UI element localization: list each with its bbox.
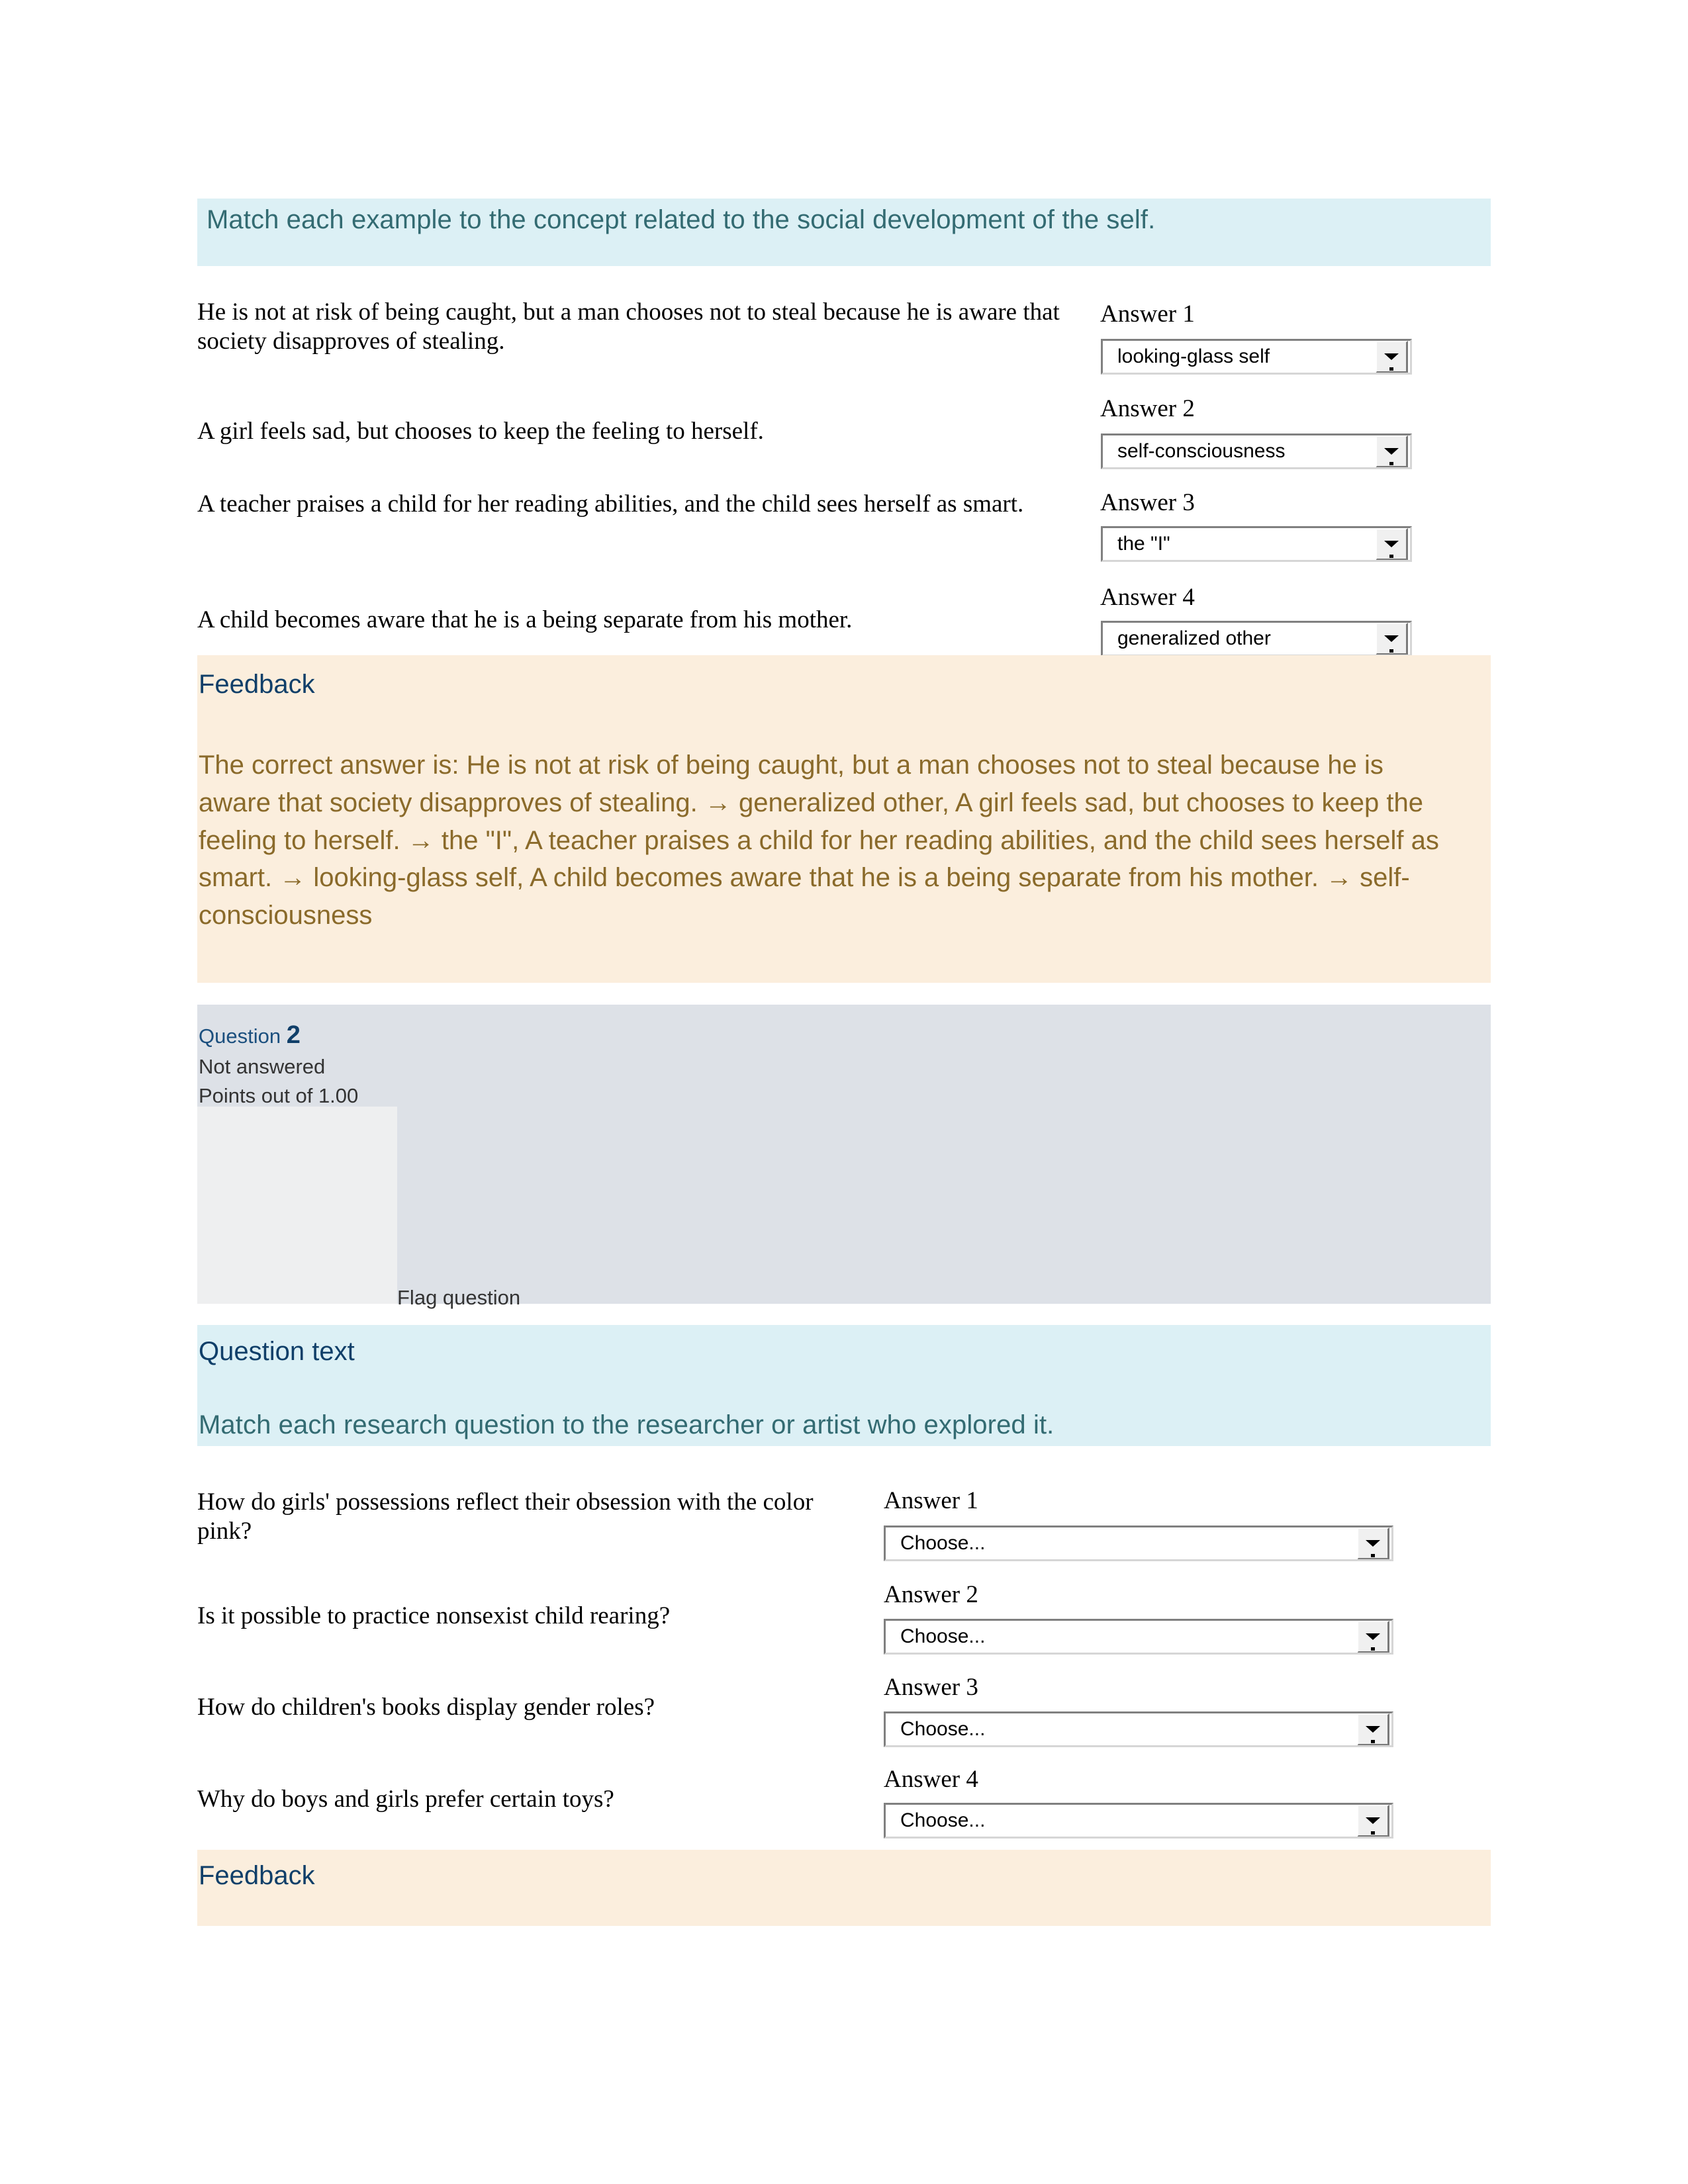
question-1-feedback-text: The correct answer is: He is not at risk… — [199, 751, 1439, 931]
question-2-answer-4-select[interactable]: Choose... — [884, 1803, 1393, 1839]
question-1-answer-3-select[interactable]: the "I" — [1101, 526, 1412, 562]
question-2-stem-3: How do children's books display gender r… — [197, 1694, 655, 1721]
question-1-stem-1: He is not at risk of being caught, but a… — [197, 298, 1060, 355]
chevron-down-icon[interactable] — [1357, 1527, 1389, 1559]
question-1-feedback-heading: Feedback — [199, 670, 315, 699]
question-2-status: Not answered — [199, 1055, 326, 1078]
question-1-answer-4-label: Answer 4 — [1100, 584, 1195, 611]
question-2-answer-4-label: Answer 4 — [884, 1766, 978, 1793]
question-2-info-inner-panel — [197, 1107, 397, 1304]
question-2-answer-1-label: Answer 1 — [884, 1487, 978, 1514]
question-2-points: Points out of 1.00 — [199, 1084, 359, 1107]
question-2-answer-3-value: Choose... — [900, 1718, 986, 1740]
question-1-answer-2-value: self-consciousness — [1117, 440, 1286, 462]
question-1-prompt-band: Match each example to the concept relate… — [197, 199, 1491, 266]
question-1-answer-3-label: Answer 3 — [1100, 489, 1195, 516]
question-1-stem-2: A girl feels sad, but chooses to keep th… — [197, 418, 764, 445]
question-1-answer-1-select[interactable]: looking-glass self — [1101, 339, 1412, 375]
question-1-stem-3: A teacher praises a child for her readin… — [197, 490, 1024, 518]
question-2-number-value: 2 — [286, 1021, 301, 1049]
chevron-down-icon[interactable] — [1376, 435, 1408, 467]
question-2-number: Question 2 — [199, 1023, 301, 1048]
question-1-answer-4-select[interactable]: generalized other — [1101, 621, 1412, 657]
quiz-review-page: Match each example to the concept relate… — [0, 0, 1688, 2184]
chevron-down-icon[interactable] — [1357, 1713, 1389, 1745]
question-2-answer-2-label: Answer 2 — [884, 1581, 978, 1608]
question-2-prompt: Match each research question to the rese… — [199, 1410, 1055, 1439]
question-1-stem-4: A child becomes aware that he is a being… — [197, 606, 853, 633]
question-2-answer-1-value: Choose... — [900, 1532, 986, 1554]
question-2-answer-1-select[interactable]: Choose... — [884, 1525, 1393, 1561]
question-2-answer-3-select[interactable]: Choose... — [884, 1711, 1393, 1747]
chevron-down-icon[interactable] — [1376, 341, 1408, 373]
question-2-answer-2-select[interactable]: Choose... — [884, 1619, 1393, 1655]
question-text-heading: Question text — [199, 1337, 355, 1366]
question-2-feedback-heading: Feedback — [199, 1861, 315, 1890]
question-2-answer-2-value: Choose... — [900, 1625, 986, 1647]
question-2-stem-2: Is it possible to practice nonsexist chi… — [197, 1602, 671, 1629]
question-1-answer-4-value: generalized other — [1117, 627, 1271, 649]
question-1-prompt: Match each example to the concept relate… — [207, 205, 1156, 234]
question-2-stem-1: How do girls' possessions reflect their … — [197, 1488, 814, 1545]
question-2-answer-3-label: Answer 3 — [884, 1674, 978, 1701]
question-2-answer-4-value: Choose... — [900, 1809, 986, 1831]
chevron-down-icon[interactable] — [1357, 1621, 1389, 1653]
question-1-answer-3-value: the "I" — [1117, 533, 1170, 555]
chevron-down-icon[interactable] — [1376, 623, 1408, 655]
chevron-down-icon[interactable] — [1376, 528, 1408, 560]
question-2-feedback-band — [197, 1850, 1491, 1926]
question-2-stem-4: Why do boys and girls prefer certain toy… — [197, 1786, 614, 1813]
question-2-number-label: Question — [199, 1024, 281, 1048]
question-1-answer-2-select[interactable]: self-consciousness — [1101, 433, 1412, 469]
question-1-answer-1-value: looking-glass self — [1117, 345, 1270, 367]
flag-question-button[interactable]: Flag question — [397, 1287, 520, 1308]
question-1-answer-1-label: Answer 1 — [1100, 300, 1195, 328]
chevron-down-icon[interactable] — [1357, 1805, 1389, 1837]
question-1-answer-2-label: Answer 2 — [1100, 395, 1195, 422]
